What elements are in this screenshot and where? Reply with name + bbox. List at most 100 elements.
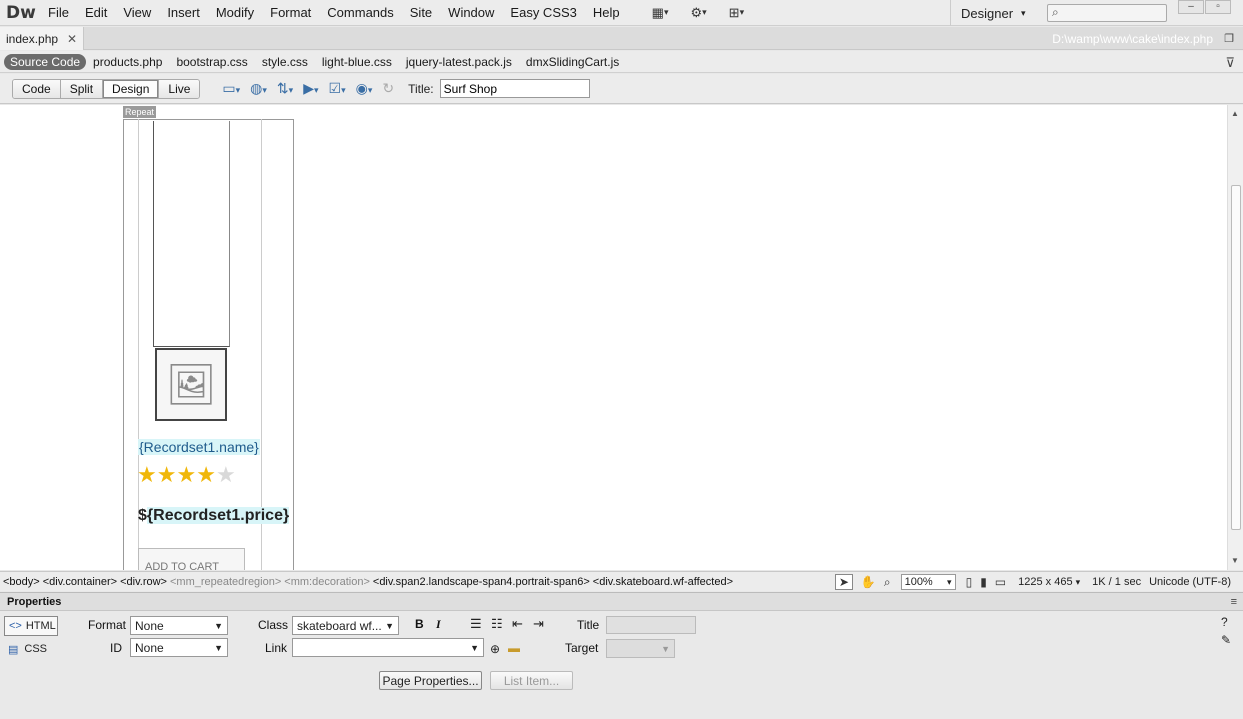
tag-div-span2[interactable]: <div.span2.landscape-span4.portrait-span… xyxy=(373,576,590,588)
id-select[interactable]: None ▼ xyxy=(130,638,228,657)
gear-icon[interactable]: ⚙ ▾ xyxy=(690,5,706,21)
folder-icon[interactable]: ▬ xyxy=(508,641,520,655)
menu-insert[interactable]: Insert xyxy=(159,0,208,26)
preview-browser-icon[interactable]: ◍▾ xyxy=(250,80,267,97)
quick-tag-editor-icon[interactable]: ✎ xyxy=(1221,633,1231,647)
split-view-button[interactable]: Split xyxy=(60,79,104,98)
document-path: D:\wamp\www\cake\index.php xyxy=(1052,32,1213,46)
related-jquery-latest[interactable]: jquery-latest.pack.js xyxy=(399,55,519,69)
html-mode-button[interactable]: <> HTML xyxy=(4,616,58,636)
related-style-css[interactable]: style.css xyxy=(255,55,315,69)
menu-easy-css3[interactable]: Easy CSS3 xyxy=(502,0,584,26)
w3c-validation-icon[interactable]: ▶▾ xyxy=(303,80,318,97)
menu-site[interactable]: Site xyxy=(402,0,440,26)
tag-repeated-region[interactable]: <mm_repeatedregion> xyxy=(170,576,281,588)
site-icon[interactable]: ⊞ ▾ xyxy=(729,5,744,21)
star-icon: ★ xyxy=(196,462,216,487)
tag-body[interactable]: <body> xyxy=(3,576,40,588)
zoom-value: 100% xyxy=(904,576,933,588)
multiscreen-icon[interactable]: ▭▾ xyxy=(222,80,240,97)
tag-div-skateboard[interactable]: <div.skateboard.wf-affected> xyxy=(593,576,733,588)
title-input[interactable] xyxy=(439,79,590,98)
maximize-button[interactable]: ▫ xyxy=(1205,0,1231,14)
zoom-tool-icon[interactable]: ⌕ xyxy=(884,575,891,590)
tablet-size-icon[interactable]: ▮ xyxy=(980,575,987,589)
live-view-button[interactable]: Live xyxy=(159,79,200,98)
scroll-down-icon[interactable]: ▼ xyxy=(1231,556,1239,565)
restore-icon[interactable]: ❐ xyxy=(1224,32,1234,45)
desktop-size-icon[interactable]: ▭ xyxy=(995,575,1006,589)
tab-label: index.php xyxy=(6,31,59,46)
image-placeholder[interactable] xyxy=(153,121,230,347)
scroll-up-icon[interactable]: ▲ xyxy=(1231,109,1239,118)
related-source-code[interactable]: Source Code xyxy=(4,53,87,70)
menu-modify[interactable]: Modify xyxy=(208,0,262,26)
related-bootstrap-css[interactable]: bootstrap.css xyxy=(169,55,254,69)
help-icon[interactable]: ? xyxy=(1221,615,1228,629)
layout-icon[interactable]: ▦ ▾ xyxy=(652,5,669,21)
id-label: ID xyxy=(110,641,122,655)
tag-div-row[interactable]: <div.row> xyxy=(120,576,167,588)
design-view-button[interactable]: Design xyxy=(103,79,160,98)
price[interactable]: ${Recordset1.price} xyxy=(138,507,290,525)
menu-format[interactable]: Format xyxy=(262,0,319,26)
check-browser-icon[interactable]: ☑▾ xyxy=(329,80,346,97)
close-icon[interactable]: ✕ xyxy=(67,32,77,46)
tag-decoration[interactable]: <mm:decoration> xyxy=(284,576,370,588)
add-to-cart-button[interactable]: ADD TO CART xyxy=(138,548,245,570)
css-icon: ▤ xyxy=(8,643,19,656)
document-tabs: index.php ✕ D:\wamp\www\cake\index.php ❐ xyxy=(0,27,1243,50)
workspace-switcher[interactable]: Designer ▾ xyxy=(950,0,1026,26)
menu-file[interactable]: File xyxy=(40,0,77,26)
menu-view[interactable]: View xyxy=(115,0,159,26)
page-properties-button[interactable]: Page Properties... xyxy=(379,671,482,690)
menu-commands[interactable]: Commands xyxy=(319,0,401,26)
css-mode-label: CSS xyxy=(24,643,48,655)
repeat-region-tag[interactable]: Repeat xyxy=(123,106,157,118)
html-mode-label: HTML xyxy=(25,620,56,632)
window-size[interactable]: 1225 x 465 ▾ xyxy=(1018,576,1080,588)
link-select[interactable]: ▼ xyxy=(292,638,484,657)
vertical-scrollbar[interactable]: ▲ ▼ xyxy=(1227,105,1243,570)
filter-icon[interactable]: ⊽ xyxy=(1225,55,1235,71)
broken-image-icon[interactable]: 🖼 xyxy=(155,348,227,421)
panel-menu-icon[interactable]: ≡ xyxy=(1231,596,1237,608)
refresh-icon[interactable]: ↻ xyxy=(382,80,394,97)
design-canvas[interactable]: Repeat 🖼 {Recordset1.name} ★★★★★ ${Recor… xyxy=(0,105,1227,570)
point-to-file-icon[interactable]: ⊕ xyxy=(490,642,500,656)
minimize-button[interactable]: – xyxy=(1178,0,1204,14)
properties-panel: <> HTML ▤ CSS Format None ▼ ID None ▼ Class … xyxy=(0,611,1243,719)
tab-index-php[interactable]: index.php ✕ xyxy=(0,27,85,50)
related-products-php[interactable]: products.php xyxy=(86,55,169,69)
visual-aids-icon[interactable]: ◉▾ xyxy=(356,80,373,97)
menu-help[interactable]: Help xyxy=(585,0,628,26)
class-select[interactable]: skateboard wf... ▼ xyxy=(292,616,399,635)
hand-tool-icon[interactable]: ✋ xyxy=(861,575,876,589)
format-select[interactable]: None ▼ xyxy=(130,616,228,635)
related-dmxslidingcart[interactable]: dmxSlidingCart.js xyxy=(519,55,626,69)
related-light-blue-css[interactable]: light-blue.css xyxy=(315,55,399,69)
menu-window[interactable]: Window xyxy=(440,0,502,26)
code-view-button[interactable]: Code xyxy=(13,79,61,98)
zoom-select[interactable]: 100% ▾ xyxy=(900,574,956,590)
tag-div-container[interactable]: <div.container> xyxy=(43,576,117,588)
scrollbar-thumb[interactable] xyxy=(1231,185,1241,530)
file-management-icon[interactable]: ⇅▾ xyxy=(277,80,293,97)
outdent-icon[interactable]: ⇤ xyxy=(512,616,523,632)
format-value: None xyxy=(135,618,164,633)
title-field-label: Title xyxy=(577,618,600,632)
search-input[interactable]: ⌕ xyxy=(1047,4,1167,22)
italic-button[interactable]: I xyxy=(436,617,441,632)
properties-title: Properties xyxy=(7,595,62,608)
css-mode-button[interactable]: ▤ CSS xyxy=(4,639,58,659)
recordset-name-binding[interactable]: {Recordset1.name} xyxy=(138,439,260,455)
pointer-tool-icon[interactable]: ➤ xyxy=(834,574,853,590)
mobile-size-icon[interactable]: ▯ xyxy=(966,575,973,589)
properties-header[interactable]: Properties ≡ xyxy=(0,592,1243,611)
indent-icon[interactable]: ⇥ xyxy=(533,616,544,632)
window-size-value: 1225 x 465 xyxy=(1018,576,1073,588)
bold-button[interactable]: B xyxy=(415,617,424,631)
ordered-list-icon[interactable]: ☷ xyxy=(491,616,503,632)
menu-edit[interactable]: Edit xyxy=(77,0,115,26)
unordered-list-icon[interactable]: ☰ xyxy=(470,616,482,632)
